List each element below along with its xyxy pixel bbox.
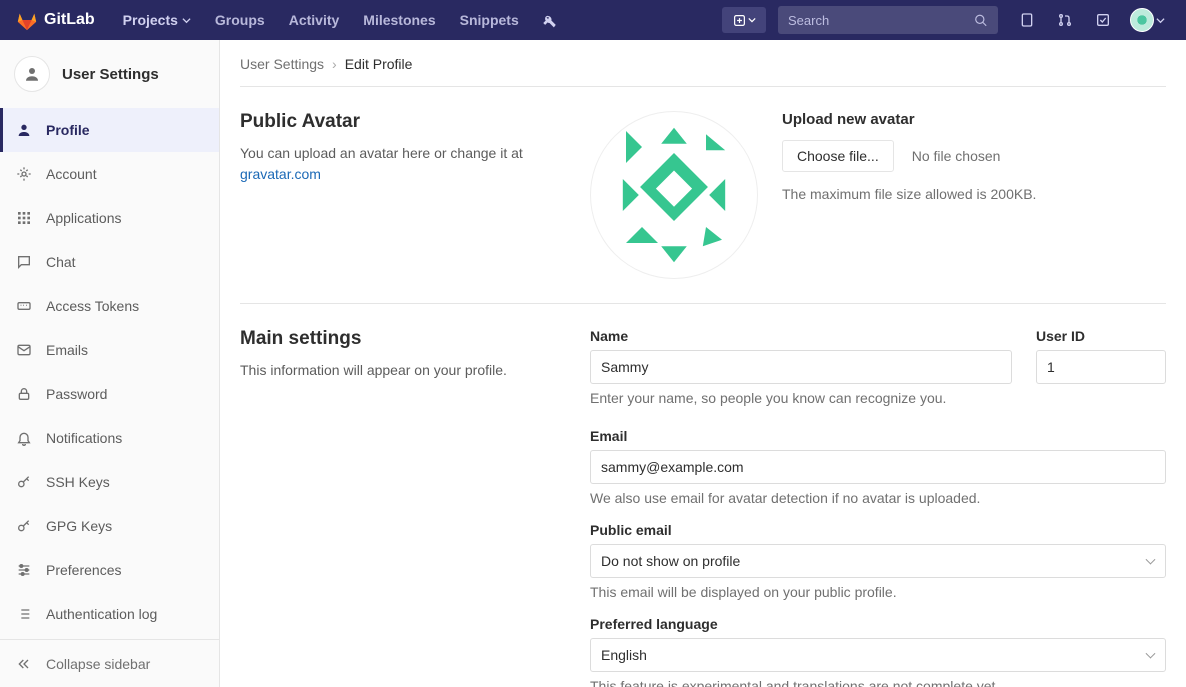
gear-icon [16,166,32,182]
chevron-down-icon [1156,16,1165,25]
todos-icon[interactable] [1086,0,1120,40]
sidebar-item-applications[interactable]: Applications [0,196,219,240]
avatar-icon [1130,8,1154,32]
sidebar-item-password[interactable]: Password [0,372,219,416]
gitlab-logo-icon [16,9,38,31]
sidebar-item-label: Applications [46,210,122,226]
max-size-hint: The maximum file size allowed is 200KB. [782,186,1036,202]
sidebar-item-notifications[interactable]: Notifications [0,416,219,460]
language-label: Preferred language [590,616,1166,632]
sidebar-header: User Settings [0,40,219,108]
breadcrumb: User Settings › Edit Profile [240,56,1166,87]
brand-text: GitLab [44,11,95,29]
brand-logo[interactable]: GitLab [16,9,95,31]
lock-icon [16,386,32,402]
bell-icon [16,430,32,446]
sidebar-item-ssh-keys[interactable]: SSH Keys [0,460,219,504]
sidebar-item-label: Emails [46,342,88,358]
language-select[interactable]: English [590,638,1166,672]
language-help: This feature is experimental and transla… [590,678,1166,687]
sidebar-item-profile[interactable]: Profile [0,108,219,152]
sidebar-item-label: Notifications [46,430,122,446]
sidebar-item-access-tokens[interactable]: Access Tokens [0,284,219,328]
list-icon [16,606,32,622]
search-box[interactable] [778,6,998,34]
collapse-sidebar[interactable]: Collapse sidebar [0,639,219,687]
merge-requests-icon[interactable] [1048,0,1082,40]
plus-icon [733,14,746,27]
search-input[interactable] [788,13,974,28]
name-input[interactable] [590,350,1012,384]
sidebar-item-label: Profile [46,122,90,138]
key-icon [16,474,32,490]
identicon-icon [594,115,754,275]
new-dropdown[interactable] [722,7,766,33]
breadcrumb-current: Edit Profile [345,56,413,72]
nav-snippets[interactable]: Snippets [450,0,529,40]
search-icon [974,13,988,28]
sidebar-item-label: Password [46,386,107,402]
sidebar-item-emails[interactable]: Emails [0,328,219,372]
chevron-double-left-icon [16,656,32,672]
userid-label: User ID [1036,328,1166,344]
public-email-select[interactable]: Do not show on profile [590,544,1166,578]
section-title-avatar: Public Avatar [240,111,550,133]
section-desc-main: This information will appear on your pro… [240,360,550,381]
chevron-right-icon: › [332,56,337,72]
apps-icon [16,210,32,226]
sidebar-item-label: Chat [46,254,76,270]
sidebar-item-label: Preferences [46,562,121,578]
sidebar-item-label: Access Tokens [46,298,139,314]
sidebar-item-label: SSH Keys [46,474,110,490]
upload-avatar-label: Upload new avatar [782,111,1036,128]
admin-wrench-icon[interactable] [533,0,567,40]
issues-icon[interactable] [1010,0,1044,40]
avatar-preview [590,111,758,279]
sidebar-item-preferences[interactable]: Preferences [0,548,219,592]
email-label: Email [590,428,1166,444]
public-email-help: This email will be displayed on your pub… [590,584,1166,600]
nav-projects[interactable]: Projects [113,0,201,40]
sliders-icon [16,562,32,578]
public-email-label: Public email [590,522,1166,538]
chat-icon [16,254,32,270]
sidebar-item-label: Authentication log [46,606,157,622]
chevron-down-icon [748,16,756,24]
name-label: Name [590,328,1012,344]
file-status: No file chosen [912,148,1001,164]
choose-file-button[interactable]: Choose file... [782,140,894,172]
chevron-down-icon [182,16,191,25]
userid-input[interactable] [1036,350,1166,384]
nav-activity[interactable]: Activity [279,0,350,40]
gravatar-link[interactable]: gravatar.com [240,166,321,182]
breadcrumb-root[interactable]: User Settings [240,56,324,72]
user-menu[interactable] [1124,0,1170,40]
sidebar-item-gpg-keys[interactable]: GPG Keys [0,504,219,548]
sidebar-item-label: GPG Keys [46,518,112,534]
email-help: We also use email for avatar detection i… [590,490,1166,506]
token-icon [16,298,32,314]
sidebar-item-chat[interactable]: Chat [0,240,219,284]
sidebar-item-auth-log[interactable]: Authentication log [0,592,219,636]
email-input[interactable] [590,450,1166,484]
sidebar-item-account[interactable]: Account [0,152,219,196]
sidebar-item-label: Account [46,166,97,182]
nav-milestones[interactable]: Milestones [353,0,445,40]
section-desc-avatar: You can upload an avatar here or change … [240,143,550,185]
user-avatar-placeholder-icon [14,56,50,92]
name-help: Enter your name, so people you know can … [590,390,1012,406]
profile-icon [16,122,32,138]
sidebar-title: User Settings [62,66,159,83]
section-title-main: Main settings [240,328,550,350]
nav-groups[interactable]: Groups [205,0,275,40]
key-icon [16,518,32,534]
mail-icon [16,342,32,358]
